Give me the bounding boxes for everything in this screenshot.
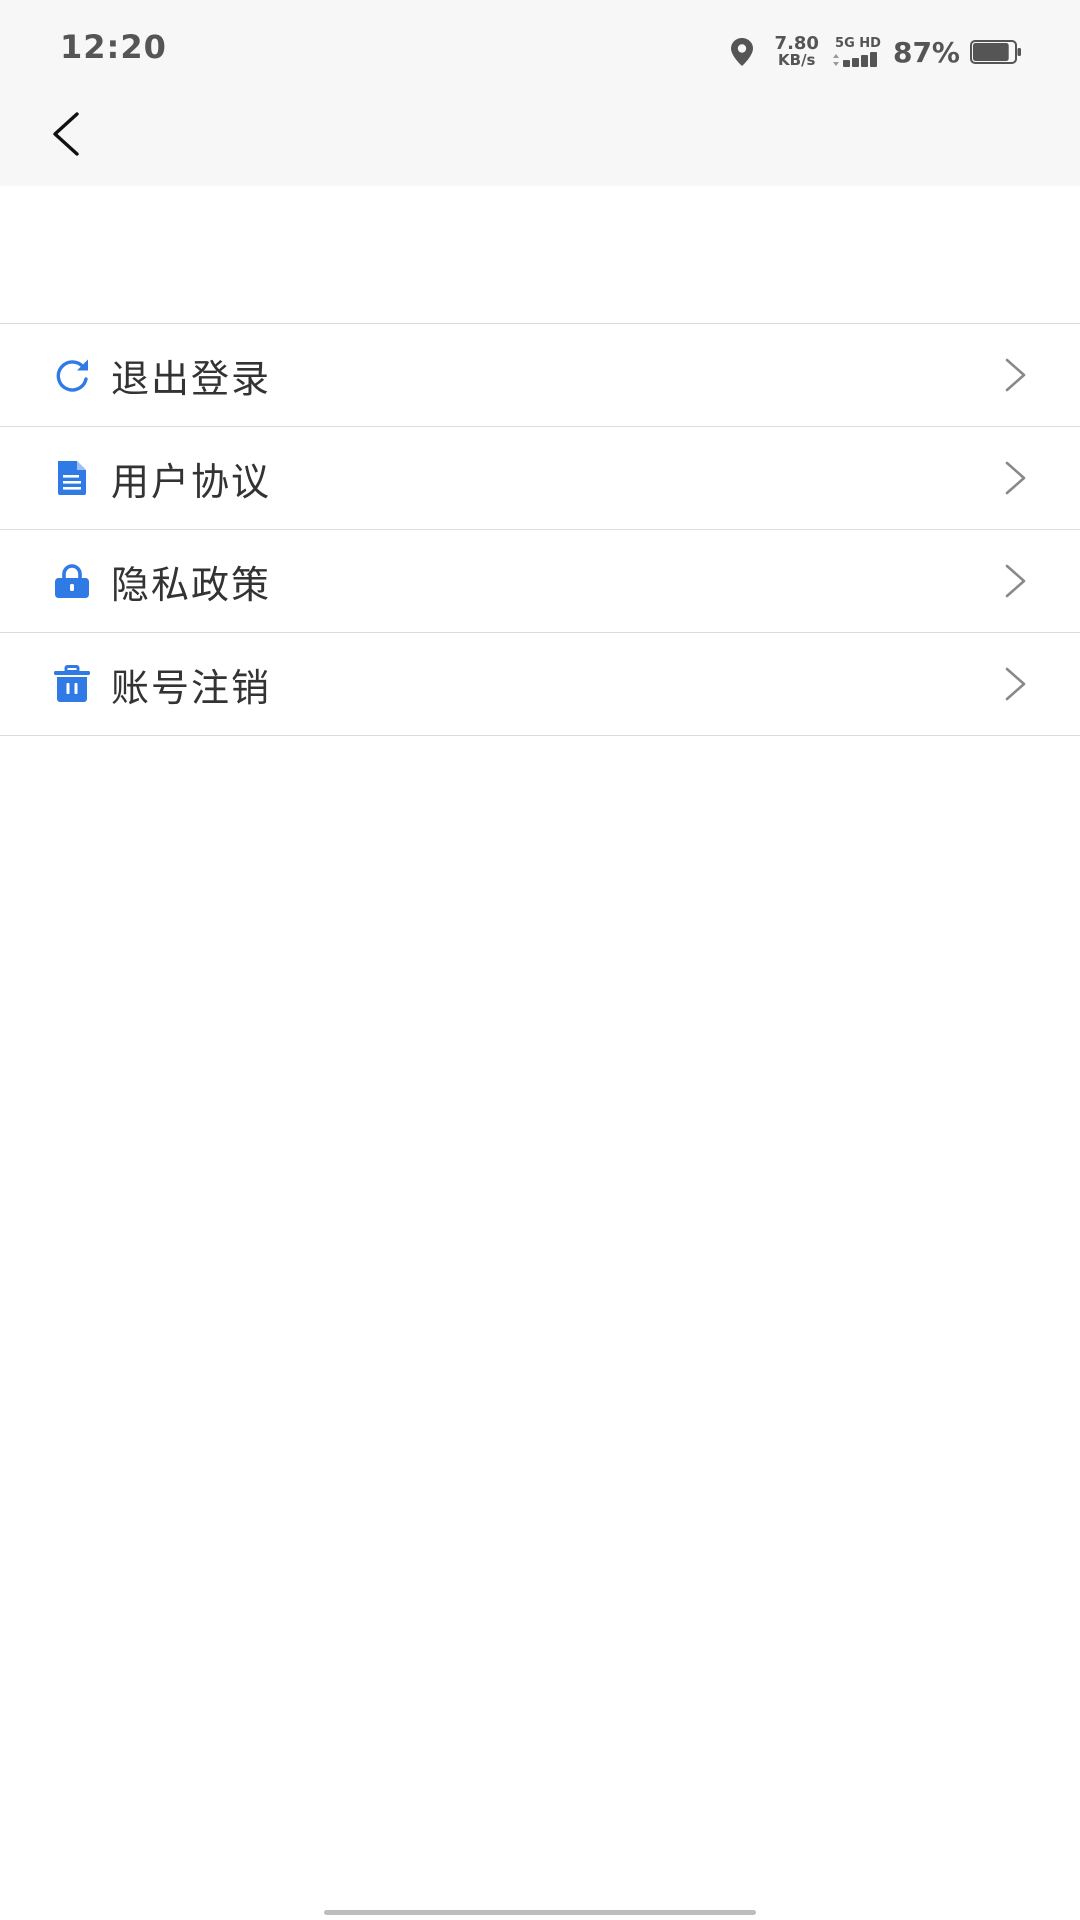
back-button[interactable] xyxy=(40,104,90,164)
top-bar: 12:20 7.80 KB/s 5G HD 87% xyxy=(0,0,1080,186)
signal-indicator: 5G HD xyxy=(832,36,881,67)
status-indicators: 7.80 KB/s 5G HD 87% xyxy=(729,30,1022,74)
chevron-right-icon xyxy=(1005,564,1026,598)
menu-item-label: 账号注销 xyxy=(111,665,272,710)
lock-icon xyxy=(50,559,94,603)
signal-bars-icon xyxy=(832,52,877,67)
refresh-icon xyxy=(50,353,94,397)
network-type-label: 5G HD xyxy=(835,36,881,51)
menu-item-label: 用户协议 xyxy=(111,459,272,504)
trash-icon xyxy=(50,662,94,706)
status-bar: 12:20 7.80 KB/s 5G HD 87% xyxy=(0,0,1080,100)
network-speed-unit: KB/s xyxy=(778,51,816,69)
battery-percent: 87% xyxy=(892,35,960,69)
menu-item-label: 退出登录 xyxy=(111,356,272,401)
network-speed: 7.80 KB/s xyxy=(774,33,819,69)
menu-item-delete-account[interactable]: 账号注销 xyxy=(0,633,1080,736)
menu-item-privacy-policy[interactable]: 隐私政策 xyxy=(0,530,1080,633)
status-time: 12:20 xyxy=(60,28,167,66)
network-speed-value: 7.80 xyxy=(774,33,819,54)
location-icon xyxy=(730,38,753,66)
menu-item-label: 隐私政策 xyxy=(111,562,272,607)
chevron-left-icon xyxy=(53,112,79,156)
chevron-right-icon xyxy=(1005,461,1026,495)
menu-item-user-agreement[interactable]: 用户协议 xyxy=(0,427,1080,530)
document-icon xyxy=(50,456,94,500)
chevron-right-icon xyxy=(1005,667,1026,701)
settings-menu: 退出登录 用户协议 隐私政策 账号注销 xyxy=(0,323,1080,736)
menu-item-logout[interactable]: 退出登录 xyxy=(0,324,1080,427)
chevron-right-icon xyxy=(1005,358,1026,392)
battery-icon xyxy=(970,40,1021,64)
home-indicator[interactable] xyxy=(324,1910,756,1915)
